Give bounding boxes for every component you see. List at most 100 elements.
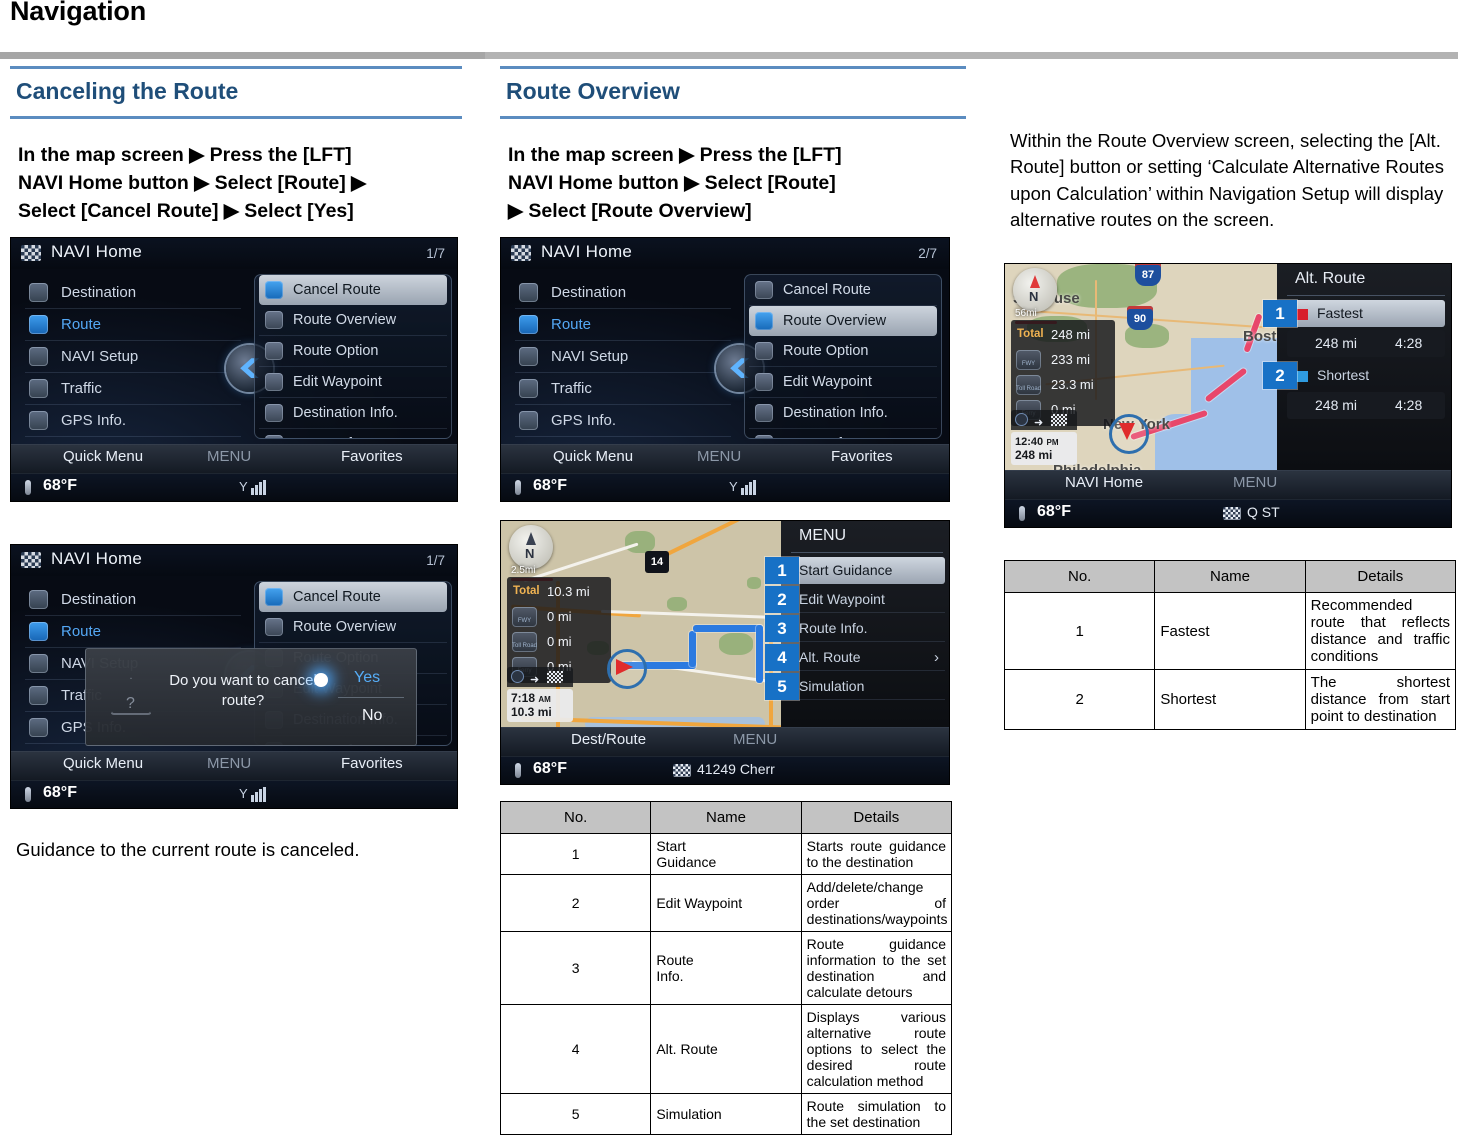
cell-details: Route simulation to the set destination: [800, 1093, 953, 1135]
panel-divider: [1287, 295, 1445, 297]
tab-dest-route[interactable]: Dest/Route: [571, 731, 646, 748]
tab-navi-home[interactable]: NAVI Home: [1065, 474, 1143, 491]
navi-right-menu: Cancel Route Route Overview Route Option…: [744, 274, 942, 440]
tab-quick-menu[interactable]: Quick Menu: [553, 448, 633, 465]
table-row: 5 Simulation Route simulation to the set…: [499, 1093, 953, 1135]
map-canvas[interactable]: 87 90 Syracuse Boston New York Philadelp…: [1005, 264, 1451, 472]
navi-left-item-traffic[interactable]: Traffic: [515, 373, 731, 406]
navi-right-item-edit-waypoint[interactable]: Edit Waypoint: [259, 367, 447, 399]
navi-page-indicator: 2/7: [918, 246, 937, 262]
table-header-row: No. Name Details: [1003, 560, 1457, 594]
table-row: 1 Start Guidance Starts route guidance t…: [499, 833, 953, 876]
section-title: Canceling the Route: [16, 78, 239, 104]
column-middle: Route Overview In the map screen ▶ Press…: [499, 66, 966, 1135]
navi-left-item-destination[interactable]: Destination: [25, 584, 241, 617]
alt-route-table: No. Name Details 1 Fastest Recommended r…: [1003, 560, 1457, 731]
route-overview-menu-panel: MENU Start Guidance Edit Waypoint Route …: [781, 521, 949, 729]
vehicle-position-marker: [1109, 414, 1149, 455]
navi-right-item-route-option[interactable]: Route Option: [749, 336, 937, 368]
traffic-icon: [519, 379, 538, 399]
menu-item-start-guidance[interactable]: Start Guidance: [791, 557, 945, 585]
map-scale-value: 2.5mi: [511, 565, 536, 577]
panel-title: MENU: [799, 527, 847, 545]
thermometer-icon: [25, 787, 31, 803]
navi-right-item-route-overview[interactable]: Route Overview: [259, 612, 447, 644]
alt-route-option-fastest[interactable]: Fastest: [1287, 300, 1445, 328]
navi-right-item-route-info[interactable]: Route Info.: [749, 429, 937, 439]
tab-menu[interactable]: MENU: [1233, 474, 1277, 491]
label: Cancel Route: [293, 589, 381, 606]
navi-left-item-gps-info[interactable]: GPS Info.: [25, 405, 241, 438]
tab-quick-menu[interactable]: Quick Menu: [63, 755, 143, 772]
label: Route: [551, 316, 592, 334]
instruction-route-overview: In the map screen ▶ Press the [LFT] NAVI…: [500, 119, 966, 237]
navi-left-item-gps-info[interactable]: GPS Info.: [515, 405, 731, 438]
navi-right-item-destination-info[interactable]: Destination Info.: [749, 398, 937, 430]
satellite-icon: [29, 718, 48, 738]
label: Route Overview: [293, 312, 397, 329]
label: Shortest: [1317, 367, 1370, 384]
label: Route: [61, 623, 102, 641]
destination-icon: [519, 283, 538, 303]
header-details: Details: [1304, 560, 1457, 594]
label: Cancel Route: [293, 282, 381, 299]
panel-title: Alt. Route: [1295, 270, 1366, 288]
tab-menu[interactable]: MENU: [207, 448, 251, 465]
menu-item-simulation[interactable]: Simulation: [791, 673, 945, 701]
page-title: Navigation: [10, 0, 147, 26]
navi-left-item-navi-setup[interactable]: NAVI Setup: [25, 341, 241, 374]
map-canvas[interactable]: N 2.5mi 14 Total 10.3 mi FWY 0 mi Toll R…: [501, 521, 949, 729]
tab-favorites[interactable]: Favorites: [341, 755, 403, 772]
dialog-yes-button[interactable]: Yes: [354, 669, 380, 687]
navi-right-item-route-option[interactable]: Route Option: [259, 336, 447, 368]
menu-item-route-info[interactable]: Route Info.: [791, 615, 945, 643]
tab-favorites[interactable]: Favorites: [831, 448, 893, 465]
temperature-value: 68°F: [533, 477, 567, 495]
destination-icon: [29, 283, 48, 303]
alt-route-option-shortest[interactable]: Shortest: [1287, 362, 1445, 389]
navi-right-item-edit-waypoint[interactable]: Edit Waypoint: [749, 367, 937, 399]
eta-time: 7:18 AM: [511, 691, 569, 705]
tab-menu[interactable]: MENU: [733, 731, 777, 748]
navi-left-item-navi-setup[interactable]: NAVI Setup: [515, 341, 731, 374]
temperature-value: 68°F: [43, 784, 77, 802]
destination-address: 41249 Cherr: [697, 761, 775, 778]
eta-distance: 10.3 mi: [511, 705, 552, 720]
label: Destination: [61, 591, 137, 609]
navi-status-bar: 68°F Y: [501, 473, 949, 502]
navi-left-item-route[interactable]: Route: [25, 309, 241, 342]
toll-road-icon: Toll Road: [512, 632, 537, 653]
thermometer-icon: [515, 763, 521, 779]
route-icon: [519, 315, 538, 335]
compass-north-label: N: [1029, 289, 1039, 305]
tab-menu[interactable]: MENU: [207, 755, 251, 772]
map-green-area: [625, 531, 655, 554]
label: Fastest: [1317, 305, 1363, 322]
menu-item-edit-waypoint[interactable]: Edit Waypoint: [791, 586, 945, 614]
tab-menu[interactable]: MENU: [697, 448, 741, 465]
navi-right-item-destination-info[interactable]: Destination Info.: [259, 398, 447, 430]
navi-right-item-cancel-route[interactable]: Cancel Route: [259, 582, 447, 613]
tab-quick-menu[interactable]: Quick Menu: [63, 448, 143, 465]
panel-divider: [791, 552, 943, 554]
navi-right-item-route-info[interactable]: Route Info.: [259, 429, 447, 439]
navi-left-item-traffic[interactable]: Traffic: [25, 373, 241, 406]
navi-left-item-destination[interactable]: Destination: [25, 277, 241, 310]
navi-right-item-cancel-route[interactable]: Cancel Route: [749, 275, 937, 307]
navi-right-item-route-overview[interactable]: Route Overview: [259, 305, 447, 337]
navi-screenshot-route-overview-map: N 2.5mi 14 Total 10.3 mi FWY 0 mi Toll R…: [500, 520, 950, 786]
navi-left-item-route[interactable]: Route: [25, 616, 241, 649]
shortest-color-swatch: [1297, 371, 1308, 383]
tab-favorites[interactable]: Favorites: [341, 448, 403, 465]
thermometer-icon: [25, 480, 31, 496]
fastest-time: 4:28: [1395, 335, 1423, 352]
label: Traffic: [61, 380, 102, 398]
navi-title: NAVI Home: [51, 549, 143, 569]
instruction-line: NAVI Home button ▶ Select [Route] ▶: [18, 172, 367, 195]
navi-right-item-route-overview[interactable]: Route Overview: [749, 306, 937, 337]
menu-item-alt-route[interactable]: Alt. Route ›: [791, 644, 945, 672]
navi-left-item-route[interactable]: Route: [515, 309, 731, 342]
dialog-no-button[interactable]: No: [362, 707, 382, 725]
navi-left-item-destination[interactable]: Destination: [515, 277, 731, 310]
navi-right-item-cancel-route[interactable]: Cancel Route: [259, 275, 447, 306]
